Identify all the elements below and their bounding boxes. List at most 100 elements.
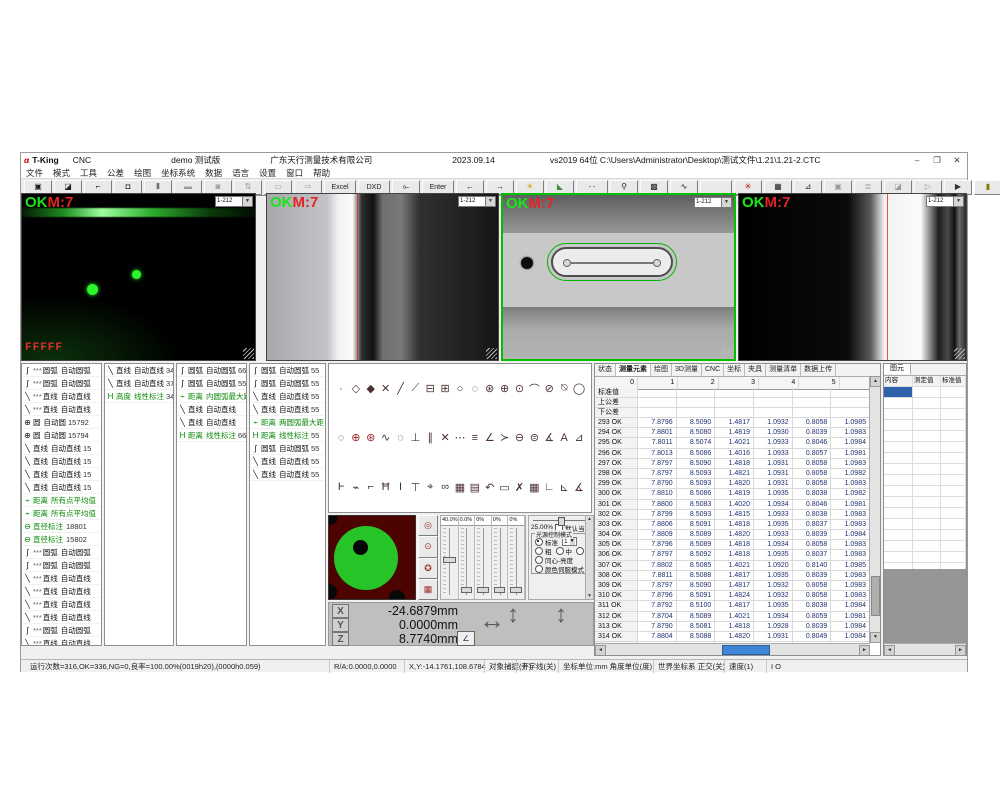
table-row[interactable]: 302 OK7.87998.50931.48151.09330.80381.09… xyxy=(595,510,870,520)
results-tab-6[interactable]: 夹具 xyxy=(745,364,766,376)
light-options-scrollbar[interactable]: ▲▼ xyxy=(585,516,593,599)
element-row[interactable] xyxy=(884,420,966,431)
special-row-2[interactable]: 下公差 xyxy=(595,408,870,418)
list-item[interactable]: ╲直线自动直线 xyxy=(177,416,246,429)
menu-item-2[interactable]: 工具 xyxy=(75,167,102,179)
rect-dashed-tool[interactable]: ▭ xyxy=(498,480,512,494)
list-item[interactable]: ╲***直线自动直线 xyxy=(22,598,101,611)
element-row[interactable] xyxy=(884,519,966,530)
table-row[interactable]: 305 OK7.87968.50891.48181.09340.80581.09… xyxy=(595,540,870,550)
stand-circle-tool[interactable]: ⌖ xyxy=(423,480,437,494)
angle-x2-tool[interactable]: ⊾ xyxy=(557,480,571,494)
chevron-down-icon[interactable]: ▼ xyxy=(953,197,963,206)
table-row[interactable]: 308 OK7.88118.50881.48171.09350.80391.09… xyxy=(595,571,870,581)
standard-radio[interactable] xyxy=(535,538,543,546)
master-light-slider[interactable] xyxy=(533,520,589,521)
element-row[interactable] xyxy=(884,508,966,519)
l-distance-tool[interactable]: ⌐ xyxy=(364,480,378,494)
camera-view-3-selected[interactable]: OKM:7 1-212▼ xyxy=(501,193,736,361)
undo-tool[interactable]: ↶ xyxy=(483,480,497,494)
table-row[interactable]: 301 OK7.88008.50831.40201.09340.80461.09… xyxy=(595,500,870,510)
list-item[interactable]: ⌁距离所有点平均值 xyxy=(22,494,101,507)
scroll-up-icon[interactable]: ▲ xyxy=(587,516,592,522)
table-row[interactable]: 309 OK7.87978.50901.48171.09320.80581.09… xyxy=(595,581,870,591)
wave-tool[interactable]: ∿ xyxy=(379,431,393,445)
list-item[interactable]: ╲直线自动直线55 xyxy=(250,455,325,468)
chevron-down-icon[interactable]: ▼ xyxy=(242,197,252,206)
element-row[interactable] xyxy=(884,398,966,409)
results-tab-1[interactable]: 测量元素 xyxy=(616,364,651,376)
ellipse-dashed-tool[interactable]: ◌ xyxy=(334,431,348,445)
circle-minus-tool[interactable]: ⊖ xyxy=(513,431,527,445)
element-row[interactable] xyxy=(884,387,966,398)
menu-item-10[interactable]: 帮助 xyxy=(308,167,335,179)
angle-base-tool[interactable]: ⊿ xyxy=(572,431,586,445)
camera4-scale-combo[interactable]: 1-212▼ xyxy=(926,196,964,207)
level-radio-2[interactable] xyxy=(576,547,584,555)
menu-item-5[interactable]: 坐标系统 xyxy=(156,167,200,179)
list-item[interactable]: ʃ圆弧自动圆弧66 xyxy=(177,364,246,377)
list-item[interactable]: ʃ圆弧自动圆弧55 xyxy=(250,442,325,455)
calculator-tool[interactable]: ▦ xyxy=(453,480,467,494)
results-tab-2[interactable]: 绘图 xyxy=(651,364,672,376)
ibeam-tool[interactable]: I xyxy=(394,480,408,494)
chevron-down-icon[interactable]: ▼ xyxy=(570,538,575,545)
table-row[interactable]: 304 OK7.88098.50891.48201.09330.80391.09… xyxy=(595,530,870,540)
table-row[interactable]: 311 OK7.87928.51001.48171.09350.80381.09… xyxy=(595,601,870,611)
delete-tool[interactable]: ✗ xyxy=(513,480,527,494)
scroll-left-icon[interactable]: ◄ xyxy=(595,645,606,656)
list-item[interactable]: ʃ***圆弧自动圆弧 xyxy=(22,624,101,637)
table-row[interactable]: 314 OK7.88048.50881.48201.09310.80491.09… xyxy=(595,632,870,642)
master-light-slider-thumb[interactable] xyxy=(558,517,565,526)
rect-window-tool[interactable]: ⊟ xyxy=(423,382,437,396)
list-item[interactable]: H距离线性标注55 xyxy=(250,429,325,442)
level-radio-1[interactable] xyxy=(556,547,564,555)
list-item[interactable]: ʃ***圆弧自动圆弧 xyxy=(22,559,101,572)
menu-item-3[interactable]: 公差 xyxy=(102,167,129,179)
slider-thumb[interactable] xyxy=(477,587,489,593)
scroll-down-icon[interactable]: ▼ xyxy=(587,593,592,599)
select-area2-tool[interactable]: ◆ xyxy=(364,382,378,396)
servo-radio[interactable] xyxy=(535,565,543,573)
cross-tool[interactable]: ✕ xyxy=(379,382,393,396)
list-item[interactable]: ⊖直径标注15802 xyxy=(22,533,101,546)
text-tool[interactable]: A xyxy=(557,431,571,445)
list-item[interactable]: ʃ***圆弧自动圆弧 xyxy=(22,364,101,377)
table-row[interactable]: 294 OK7.88018.50801.48191.09300.80391.09… xyxy=(595,428,870,438)
menu-item-0[interactable]: 文件 xyxy=(21,167,48,179)
light-slider-3[interactable]: 0% xyxy=(492,516,509,599)
list-item[interactable]: ╲直线自动直线15 xyxy=(22,481,101,494)
chevron-down-icon[interactable]: ▼ xyxy=(721,198,731,207)
close-button[interactable]: ✕ xyxy=(947,155,967,166)
circle-equal-tool[interactable]: ⊜ xyxy=(527,431,541,445)
results-tab-0[interactable]: 状态 xyxy=(595,364,616,376)
point-tool[interactable]: · xyxy=(334,382,348,396)
select-area-tool[interactable]: ◇ xyxy=(349,382,363,396)
circle-tool[interactable]: ○ xyxy=(453,382,467,396)
light-slider-4[interactable]: 0% xyxy=(508,516,525,599)
menu-item-6[interactable]: 数据 xyxy=(200,167,227,179)
equal-lines-tool[interactable]: ≡ xyxy=(468,431,482,445)
slider-thumb[interactable] xyxy=(494,587,506,593)
list-item[interactable]: ╲直线自动直线34 xyxy=(105,364,173,377)
aperture-mode-button-1[interactable]: ⊙ xyxy=(418,536,438,557)
results-tab-5[interactable]: 坐标 xyxy=(724,364,745,376)
angle-tool[interactable]: ∠ xyxy=(483,431,497,445)
circle-pin2-tool[interactable]: ⍉ xyxy=(557,382,571,396)
camera-view-1[interactable]: OKM:7 1-212▼ FFFFF xyxy=(21,193,256,361)
points-tool[interactable]: ⋯ xyxy=(453,431,467,445)
line2-tool[interactable]: ⟋ xyxy=(408,382,422,396)
cross2-tool[interactable]: ✕ xyxy=(438,431,452,445)
line-tool[interactable]: ╱ xyxy=(394,382,408,396)
list-item[interactable]: ʃ圆弧自动圆弧55 xyxy=(177,377,246,390)
measurement-list-panel-4[interactable]: ʃ圆弧自动圆弧55ʃ圆弧自动圆弧55╲直线自动直线55╲直线自动直线55⌁距离两… xyxy=(249,363,326,646)
table-row[interactable]: 312 OK7.87048.50891.40211.09340.80591.09… xyxy=(595,612,870,622)
menu-item-4[interactable]: 绘图 xyxy=(129,167,156,179)
camera-view-4[interactable]: OKM:7 1-212▼ xyxy=(738,193,967,361)
chevron-down-icon[interactable]: ▼ xyxy=(485,197,495,206)
measurement-list-panel-2[interactable]: ╲直线自动直线34╲直线自动直线37H高度线性标注34 xyxy=(104,363,174,646)
list-item[interactable]: ╲***直线自动直线 xyxy=(22,611,101,624)
diag-distance-tool[interactable]: ⌁ xyxy=(349,480,363,494)
angle-mode-button[interactable]: ∠ xyxy=(457,631,475,646)
table-row[interactable]: 297 OK7.87978.50901.48181.09310.80581.09… xyxy=(595,459,870,469)
